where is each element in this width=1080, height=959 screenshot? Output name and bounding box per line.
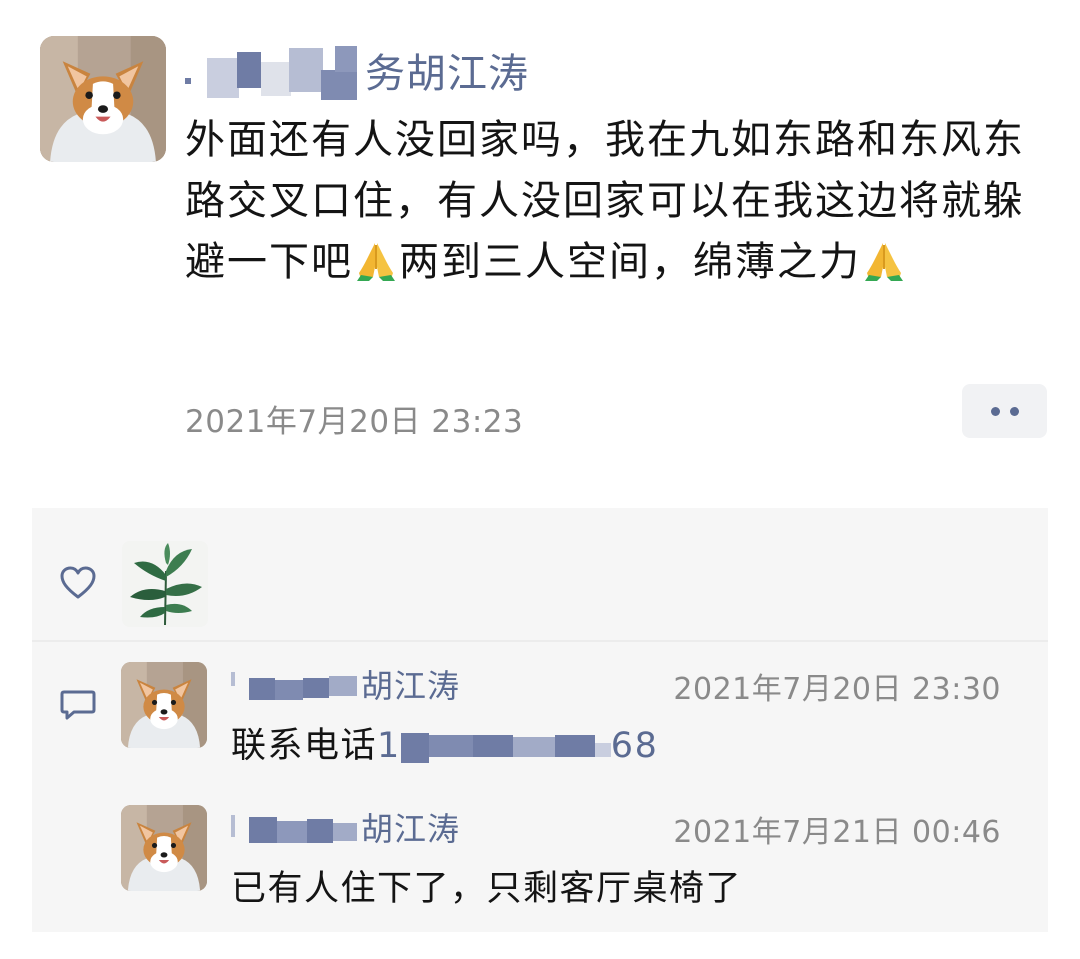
phone-number-start[interactable]: 1 bbox=[377, 726, 401, 766]
comment-author-name-text: 胡江涛 bbox=[361, 667, 461, 705]
phone-label: 联系电话 bbox=[231, 726, 378, 766]
author-name-partial: 务 bbox=[365, 51, 406, 97]
comment-author-avatar[interactable] bbox=[121, 662, 207, 748]
likes-row bbox=[32, 508, 1048, 642]
redacted-phone-mosaic bbox=[400, 729, 611, 763]
more-dot bbox=[990, 406, 1000, 416]
comment-text: 联系电话1 68 bbox=[231, 717, 658, 768]
corgi-avatar-image bbox=[121, 662, 207, 748]
folded-hands-emoji-icon bbox=[353, 237, 399, 283]
more-options-button[interactable] bbox=[962, 384, 1047, 438]
comment-timestamp: 2021年7月21日 00:46 bbox=[673, 815, 1001, 850]
comments-section: 胡江涛 2021年7月20日 23:30 联系电话1 68 胡江涛 2021年7… bbox=[32, 642, 1048, 932]
plant-avatar-image bbox=[122, 541, 208, 627]
corgi-avatar-image bbox=[40, 36, 166, 162]
comment-author-avatar[interactable] bbox=[121, 805, 207, 891]
comment-author-name-text: 胡江涛 bbox=[361, 810, 461, 848]
post-author-name[interactable]: 务 胡江涛 bbox=[185, 40, 529, 100]
more-dot bbox=[1009, 406, 1019, 416]
redacted-name-mosaic bbox=[231, 662, 361, 706]
liker-avatar[interactable] bbox=[122, 541, 208, 627]
comment-author-name[interactable]: 胡江涛 bbox=[231, 662, 460, 706]
comment-bubble-icon bbox=[60, 690, 96, 720]
corgi-avatar-image bbox=[121, 805, 207, 891]
comment-timestamp: 2021年7月20日 23:30 bbox=[673, 672, 1001, 707]
post-content-part-2: 两到三人空间，绵薄之力 bbox=[399, 239, 861, 285]
comment-text: 已有人住下了，只剩客厅桌椅了 bbox=[231, 869, 743, 909]
phone-number-end[interactable]: 68 bbox=[611, 726, 659, 766]
author-name-text: 胡江涛 bbox=[406, 51, 529, 97]
redacted-name-mosaic bbox=[231, 805, 361, 849]
folded-hands-emoji-icon bbox=[861, 237, 907, 283]
post-content: 外面还有人没回家吗，我在九如东路和东风东路交叉口住，有人没回家可以在我这边将就躲… bbox=[185, 110, 1035, 293]
author-avatar[interactable] bbox=[40, 36, 166, 162]
post-timestamp: 2021年7月20日 23:23 bbox=[185, 404, 524, 440]
redacted-name-mosaic bbox=[185, 40, 365, 100]
heart-outline-icon bbox=[60, 566, 96, 599]
interaction-panel: 胡江涛 2021年7月20日 23:30 联系电话1 68 胡江涛 2021年7… bbox=[32, 508, 1048, 932]
comment-author-name[interactable]: 胡江涛 bbox=[231, 805, 460, 849]
